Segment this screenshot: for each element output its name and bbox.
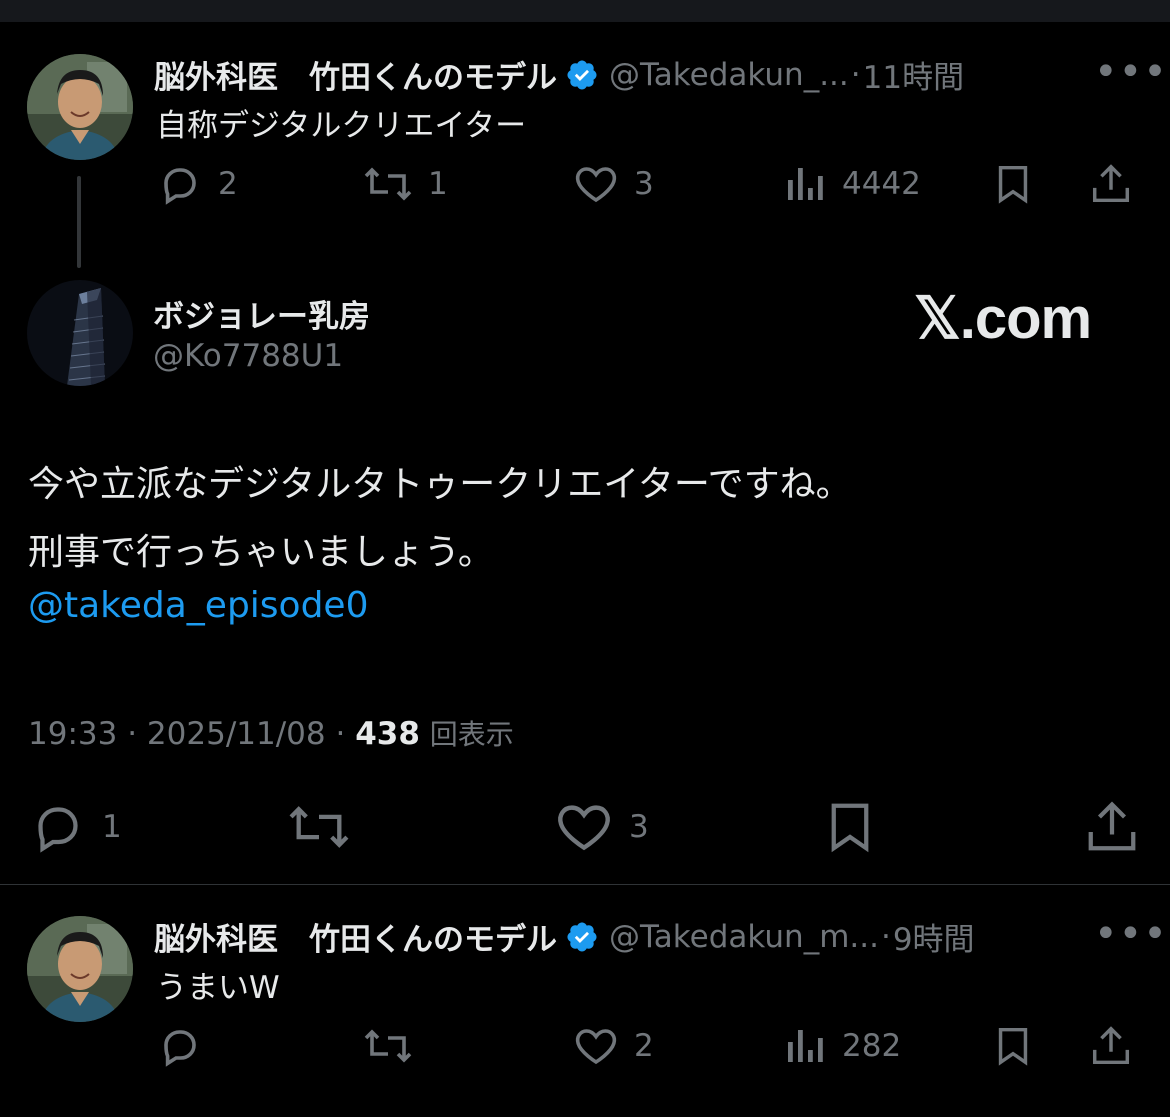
x-com-logo: 𝕏.com <box>914 286 1092 351</box>
bookmark-icon <box>831 803 869 853</box>
post-text-line-2: 刑事で行っちゃいましょう。 <box>28 532 494 573</box>
repost-button[interactable]: 1 <box>362 160 448 208</box>
reply-icon <box>164 1030 196 1067</box>
verified-badge-icon <box>567 59 597 90</box>
separator: · <box>850 56 861 93</box>
handle[interactable]: @Ko7788U1 <box>153 338 343 374</box>
views-button[interactable]: 282 <box>784 1022 901 1070</box>
bookmark-button[interactable] <box>990 160 1036 208</box>
share-button[interactable] <box>1088 160 1134 208</box>
like-button[interactable]: 3 <box>553 796 649 858</box>
separator: · <box>880 918 891 955</box>
repost-icon <box>364 1029 412 1063</box>
post-actions: 2 1 3 4442 <box>0 160 1170 220</box>
avatar[interactable] <box>27 280 133 386</box>
view-label: 回表示 <box>429 718 514 751</box>
like-count: 3 <box>634 166 654 202</box>
post-time[interactable]: 19:33 <box>28 716 117 752</box>
post-actions: 1 3 <box>0 796 1170 856</box>
more-options-icon[interactable]: ••• <box>1094 914 1168 954</box>
repost-button[interactable] <box>362 1022 414 1070</box>
display-name[interactable]: 脳外科医 竹田くんのモデル <box>154 914 557 959</box>
heart-icon <box>558 805 610 851</box>
post-meta: 19:33 · 2025/11/08 · 438 回表示 <box>28 713 514 753</box>
share-icon <box>1088 801 1136 851</box>
post-header: 脳外科医 竹田くんのモデル @Takedakun_m... · 9時間 <box>154 914 975 959</box>
reply-count: 2 <box>218 166 238 202</box>
display-name[interactable]: ボジョレー乳房 <box>153 291 370 336</box>
repost-icon <box>364 167 412 201</box>
handle[interactable]: @Takedakun_... <box>609 57 849 93</box>
handle[interactable]: @Takedakun_m... <box>609 919 879 955</box>
post-text-line-1: 今や立派なデジタルタトゥークリエイターですね。 <box>28 464 852 505</box>
separator: · <box>335 716 346 752</box>
analytics-icon <box>788 168 823 200</box>
repost-button[interactable] <box>286 796 352 858</box>
separator: · <box>127 716 138 752</box>
mention-link[interactable]: @takeda_episode0 <box>28 585 369 626</box>
reply-icon <box>38 807 78 853</box>
post-text: うまいW <box>156 970 280 1006</box>
heart-icon <box>575 1029 617 1065</box>
views-button[interactable]: 4442 <box>784 160 921 208</box>
share-icon <box>1092 164 1130 203</box>
post-header: 脳外科医 竹田くんのモデル @Takedakun_... · 11時間 <box>154 52 964 97</box>
more-options-icon[interactable]: ••• <box>1094 52 1168 92</box>
heart-icon <box>575 167 617 203</box>
reply-button[interactable] <box>156 1022 204 1070</box>
repost-icon <box>289 806 349 848</box>
timestamp[interactable]: 11時間 <box>863 52 964 97</box>
avatar[interactable] <box>27 54 133 160</box>
thread-connector <box>77 176 81 268</box>
divider <box>0 884 1170 885</box>
bookmark-icon <box>998 1027 1028 1066</box>
bookmark-button[interactable] <box>820 796 880 858</box>
reply-count: 1 <box>102 809 122 845</box>
verified-badge-icon <box>567 921 597 952</box>
post-text: 自称デジタルクリエイター <box>156 108 527 144</box>
status-bar-strip <box>0 0 1170 22</box>
bookmark-button[interactable] <box>990 1022 1036 1070</box>
post-actions: 2 282 <box>0 1022 1170 1082</box>
view-count: 282 <box>842 1028 902 1064</box>
like-button[interactable]: 2 <box>572 1022 654 1070</box>
view-count: 438 <box>355 716 420 752</box>
reply-icon <box>164 168 196 205</box>
view-count: 4442 <box>842 166 921 202</box>
post-date[interactable]: 2025/11/08 <box>147 716 326 752</box>
like-count: 3 <box>629 809 649 845</box>
share-icon <box>1092 1026 1130 1065</box>
analytics-icon <box>788 1030 823 1062</box>
timestamp[interactable]: 9時間 <box>893 914 975 959</box>
like-button[interactable]: 3 <box>572 160 654 208</box>
avatar[interactable] <box>27 916 133 1022</box>
reply-button[interactable]: 2 <box>156 160 238 208</box>
like-count: 2 <box>634 1028 654 1064</box>
repost-count: 1 <box>428 166 448 202</box>
display-name[interactable]: 脳外科医 竹田くんのモデル <box>154 52 557 97</box>
share-button[interactable] <box>1082 796 1142 858</box>
reply-button[interactable]: 1 <box>28 796 122 858</box>
share-button[interactable] <box>1088 1022 1134 1070</box>
bookmark-icon <box>998 165 1028 204</box>
